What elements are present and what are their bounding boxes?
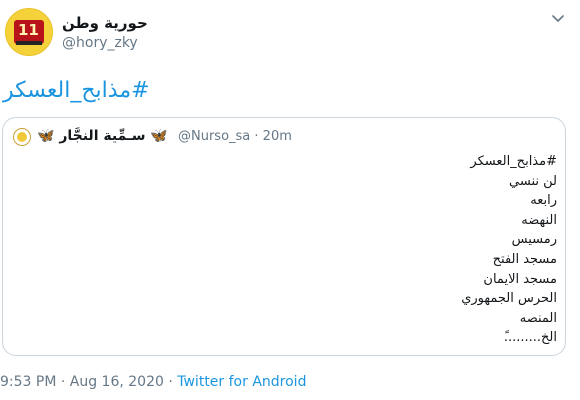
quoted-user-name: 🦋 سـمِّية النجَّار 🦋 <box>37 128 168 144</box>
avatar-stripe <box>16 41 42 45</box>
quoted-line: رمسيس <box>511 232 557 248</box>
quoted-line: مسجد الايمان <box>483 271 557 287</box>
quoted-line: مسجد الفتح <box>492 251 557 267</box>
butterfly-icon: 🦋 <box>37 128 55 144</box>
quoted-line: النهضه <box>521 212 557 228</box>
quoted-line: #مذابح_العسكر <box>470 154 557 169</box>
quoted-line: المنصه <box>519 310 557 326</box>
quoted-text: #مذابح_العسكر لن ننسي رابعه النهضه رمسيس… <box>257 152 557 348</box>
quoted-name-text: سـمِّية النجَّار <box>59 128 146 144</box>
tweet-hashtag-link[interactable]: #مذابح_العسكر <box>3 78 150 103</box>
quoted-tweet[interactable]: 🦋 سـمِّية النجَّار 🦋 @Nurso_sa · 20m #مذ… <box>2 117 566 356</box>
quoted-line: الحرس الجمهوري <box>461 291 557 307</box>
quoted-line: الخ.........ً <box>503 330 557 346</box>
tweet-header: 11 حورية وطن @hory_zky <box>0 0 580 66</box>
quoted-handle-time: @Nurso_sa · 20m <box>178 129 292 144</box>
user-handle[interactable]: @hory_zky <box>62 35 138 51</box>
butterfly-icon: 🦋 <box>150 128 168 144</box>
tweet-footer: 9:53 PM · Aug 16, 2020 · Twitter for And… <box>0 374 306 390</box>
timestamp[interactable]: 9:53 PM · Aug 16, 2020 · <box>0 374 177 390</box>
quoted-avatar <box>13 128 31 146</box>
quoted-line: رابعه <box>530 193 557 209</box>
quoted-line: لن ننسي <box>509 173 557 189</box>
source-link[interactable]: Twitter for Android <box>177 374 306 390</box>
avatar-badge-text: 11 <box>18 21 39 39</box>
avatar[interactable]: 11 <box>5 8 53 56</box>
user-name[interactable]: حورية وطن <box>62 14 148 32</box>
chevron-down-icon[interactable] <box>550 10 566 26</box>
